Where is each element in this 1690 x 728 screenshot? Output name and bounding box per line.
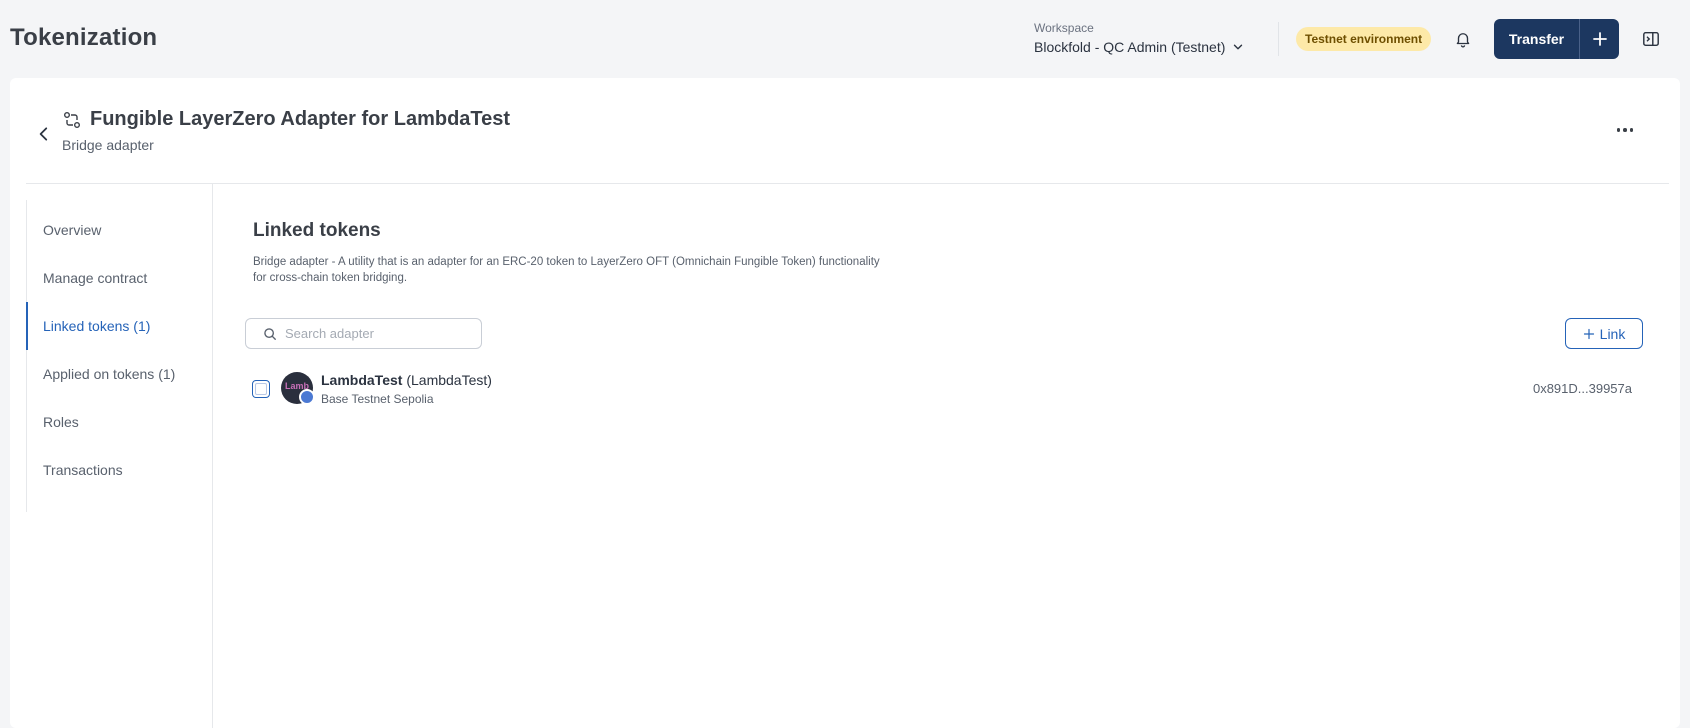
chevron-down-icon <box>1234 44 1243 50</box>
more-dots-icon <box>1616 128 1621 132</box>
token-checkbox[interactable] <box>252 380 270 398</box>
workspace-selector[interactable]: Workspace Blockfold - QC Admin (Testnet) <box>1034 21 1245 55</box>
section-title: Linked tokens <box>253 220 381 241</box>
token-name: LambdaTest (LambdaTest) <box>321 372 492 388</box>
bell-icon <box>1456 33 1470 48</box>
nav-item-linked-tokens[interactable]: Linked tokens (1) <box>26 302 212 350</box>
token-name-text: LambdaTest <box>321 372 403 388</box>
token-row[interactable]: Lamb LambdaTest (LambdaTest) Base Testne… <box>245 362 1645 414</box>
plus-icon <box>1592 32 1607 46</box>
transfer-button-group: Transfer <box>1494 19 1619 59</box>
page-title: Fungible LayerZero Adapter for LambdaTes… <box>90 108 511 130</box>
more-options-button[interactable] <box>1610 118 1640 142</box>
plus-icon <box>1583 328 1594 339</box>
workspace-dropdown[interactable]: Blockfold - QC Admin (Testnet) <box>1034 39 1245 55</box>
nav-item-manage-contract[interactable]: Manage contract <box>26 254 212 302</box>
header-separator <box>26 183 1669 184</box>
nav-item-overview[interactable]: Overview <box>26 206 212 254</box>
environment-badge: Testnet environment <box>1296 27 1432 51</box>
main-card: Fungible LayerZero Adapter for LambdaTes… <box>10 78 1680 728</box>
base-chain-icon <box>299 389 315 405</box>
link-button-label: Link <box>1599 325 1626 342</box>
token-network: Base Testnet Sepolia <box>321 392 434 406</box>
chevron-left-icon <box>39 127 48 141</box>
page-subtitle: Bridge adapter <box>62 137 154 153</box>
back-button[interactable] <box>32 122 56 146</box>
workspace-label: Workspace <box>1034 21 1094 35</box>
workspace-value: Blockfold - QC Admin (Testnet) <box>1034 39 1226 55</box>
search-field[interactable] <box>245 318 482 349</box>
side-navigation: Overview Manage contract Linked tokens (… <box>26 184 213 728</box>
section-description: Bridge adapter - A utility that is an ad… <box>253 256 880 284</box>
sidebar-panel-icon <box>1643 31 1659 47</box>
transfer-button[interactable]: Transfer <box>1494 19 1579 59</box>
search-input[interactable] <box>285 326 475 341</box>
nav-item-roles[interactable]: Roles <box>26 398 212 446</box>
nav-item-applied-on-tokens[interactable]: Applied on tokens (1) <box>26 350 212 398</box>
nav-item-transactions[interactable]: Transactions <box>26 446 212 494</box>
token-symbol: (LambdaTest) <box>406 372 492 388</box>
header-divider <box>1278 22 1279 56</box>
add-button[interactable] <box>1579 19 1619 59</box>
bridge-adapter-icon <box>64 112 80 128</box>
notifications-button[interactable] <box>1452 28 1474 50</box>
panel-toggle-button[interactable] <box>1640 28 1662 50</box>
top-header: Tokenization Workspace Blockfold - QC Ad… <box>0 0 1690 78</box>
link-token-button[interactable]: Link <box>1565 318 1643 349</box>
token-address[interactable]: 0x891D...39957a <box>1533 381 1632 396</box>
search-icon <box>264 327 276 340</box>
app-title: Tokenization <box>10 24 158 51</box>
token-avatar: Lamb <box>281 372 315 405</box>
